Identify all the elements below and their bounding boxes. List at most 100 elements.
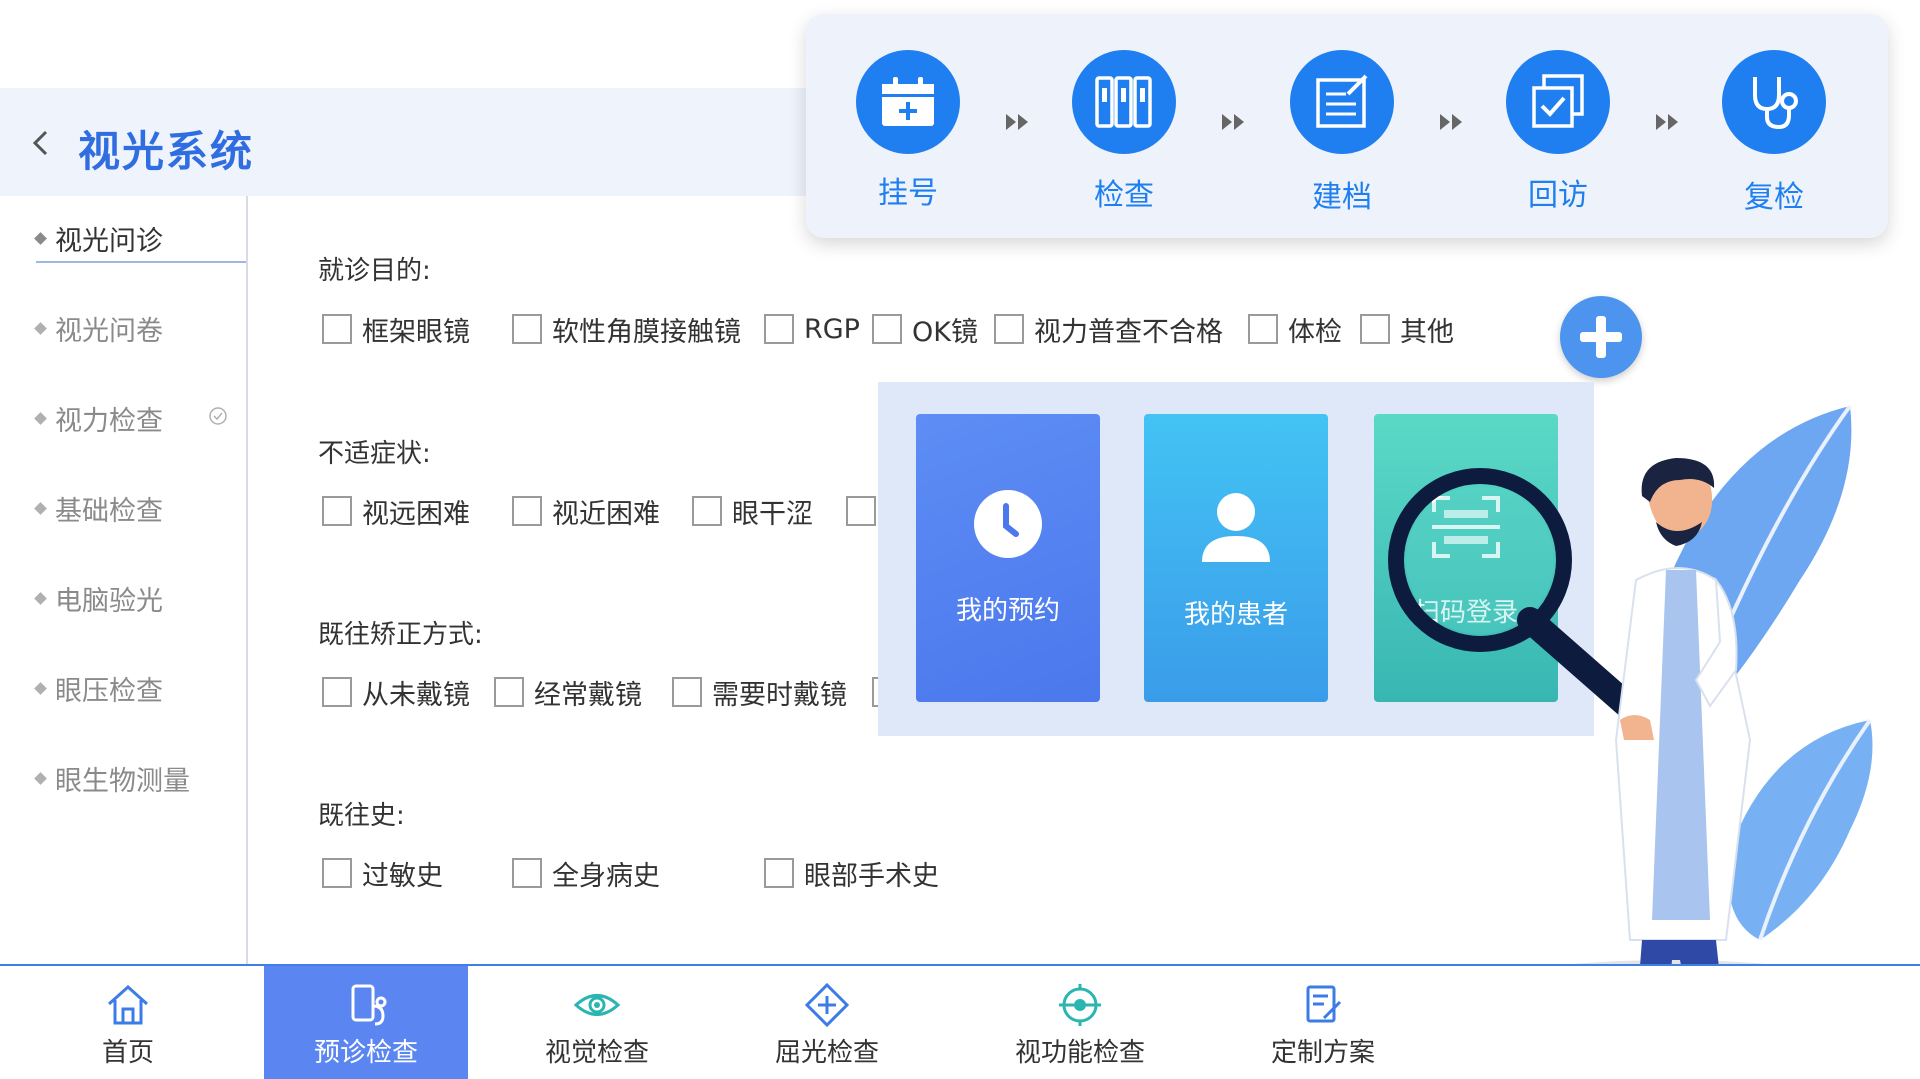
workflow-card: 挂号 检查 建档 回访 复检 xyxy=(806,14,1888,238)
checkbox[interactable] xyxy=(494,677,524,707)
checkbox[interactable] xyxy=(512,858,542,888)
checkbox[interactable] xyxy=(1248,314,1278,344)
workflow-step-exam[interactable]: 检查 xyxy=(1072,50,1176,220)
checkbox-other[interactable]: 其他 xyxy=(1360,312,1454,348)
workflow-step-recheck[interactable]: 复检 xyxy=(1722,50,1826,220)
nav-label: 视功能检查 xyxy=(1014,1038,1145,1068)
home-icon xyxy=(107,984,149,1025)
card-label: 我的预约 xyxy=(955,596,1060,626)
section-title-previous-correction: 既往矫正方式: xyxy=(318,620,483,650)
workflow-step-create-record[interactable]: 建档 xyxy=(1290,50,1394,220)
checkbox-systemic-history[interactable]: 全身病史 xyxy=(512,856,660,892)
sidebar: 视光问诊 视光问卷 视力检查 基础检查 电脑验光 眼压检查 眼生物测量 xyxy=(0,196,248,966)
checkbox-frame-glasses[interactable]: 框架眼镜 xyxy=(322,312,470,348)
checkbox[interactable] xyxy=(322,858,352,888)
sidebar-item-label: 电脑验光 xyxy=(55,585,163,617)
nav-label: 视觉检查 xyxy=(544,1038,649,1068)
calendar-plus-icon xyxy=(882,77,934,126)
checkbox[interactable] xyxy=(692,496,722,526)
checkbox[interactable] xyxy=(994,314,1024,344)
chevron-left-icon[interactable] xyxy=(30,128,52,158)
checkbox[interactable] xyxy=(1360,314,1390,344)
option-label: 需要时戴镜 xyxy=(712,679,847,711)
option-label: 体检 xyxy=(1288,316,1342,348)
checkbox-allergy-history[interactable]: 过敏史 xyxy=(322,856,443,892)
active-underline xyxy=(36,261,246,263)
diamond-bullet-icon xyxy=(34,771,47,785)
nav-refraction-exam[interactable]: 屈光检查 xyxy=(760,966,894,1079)
checkbox[interactable] xyxy=(322,496,352,526)
checkbox[interactable] xyxy=(512,314,542,344)
double-arrow-icon xyxy=(1006,114,1028,130)
checkbox-distance-difficulty[interactable]: 视远困难 xyxy=(322,494,470,530)
app-title: 视光系统 xyxy=(78,127,255,176)
workflow-step-follow-up[interactable]: 回访 xyxy=(1506,50,1610,220)
option-label: 眼干涩 xyxy=(732,498,813,530)
checkbox-rgp[interactable]: RGP xyxy=(764,312,860,346)
option-label: 其他 xyxy=(1400,316,1454,348)
nav-visual-function-exam[interactable]: 视功能检查 xyxy=(998,966,1162,1079)
option-label: 框架眼镜 xyxy=(362,316,470,348)
checkbox[interactable] xyxy=(512,496,542,526)
card-label: 我的患者 xyxy=(1183,600,1288,630)
sidebar-item-iop-exam[interactable]: 眼压检查 xyxy=(34,666,246,710)
checkbox[interactable] xyxy=(846,496,876,526)
sidebar-item-auto-refraction[interactable]: 电脑验光 xyxy=(34,576,246,620)
nav-home[interactable]: 首页 xyxy=(80,966,176,1079)
workflow-step-label: 检查 xyxy=(1094,178,1154,213)
workflow-step-label: 复检 xyxy=(1744,180,1804,215)
nav-pre-diagnosis[interactable]: 预诊检查 xyxy=(264,966,468,1079)
diamond-bullet-icon xyxy=(34,411,47,425)
check-circle-icon xyxy=(209,407,227,425)
option-label: 从未戴镜 xyxy=(362,679,470,711)
checkbox[interactable] xyxy=(764,858,794,888)
my-patients-card[interactable]: 我的患者 xyxy=(1144,414,1328,702)
checkbox-eye-surgery-history[interactable]: 眼部手术史 xyxy=(764,856,939,892)
checkbox[interactable] xyxy=(764,314,794,344)
checkbox-screening-failed[interactable]: 视力普查不合格 xyxy=(994,312,1223,348)
diamond-bullet-icon xyxy=(34,231,47,245)
nav-label: 屈光检查 xyxy=(774,1038,879,1068)
checkbox[interactable] xyxy=(322,314,352,344)
checkbox-dry-eye[interactable]: 眼干涩 xyxy=(692,494,813,530)
sidebar-item-label: 视光问诊 xyxy=(55,225,163,257)
workflow-step-circle xyxy=(1290,50,1394,154)
workflow-step-label: 回访 xyxy=(1528,178,1588,213)
eye-icon xyxy=(574,994,620,1016)
workflow-step-label: 挂号 xyxy=(878,176,938,211)
my-appointments-card[interactable]: 我的预约 xyxy=(916,414,1100,702)
checkbox-often-wear[interactable]: 经常戴镜 xyxy=(494,675,642,711)
checkbox-wear-when-needed[interactable]: 需要时戴镜 xyxy=(672,675,847,711)
checkbox[interactable] xyxy=(872,314,902,344)
stethoscope-icon xyxy=(1753,77,1798,130)
sidebar-item-questionnaire[interactable]: 视光问卷 xyxy=(34,306,246,350)
user-icon xyxy=(1202,493,1270,562)
workflow-step-label: 建档 xyxy=(1312,180,1372,215)
checkbox-near-difficulty[interactable]: 视近困难 xyxy=(512,494,660,530)
workflow-step-register[interactable]: 挂号 xyxy=(856,50,960,220)
checkbox-never-wear[interactable]: 从未戴镜 xyxy=(322,675,470,711)
sidebar-item-label: 基础检查 xyxy=(55,495,163,527)
add-button[interactable] xyxy=(1560,296,1642,378)
option-label: 全身病史 xyxy=(552,860,660,892)
sidebar-item-basic-exam[interactable]: 基础检查 xyxy=(34,486,246,530)
double-arrow-icon xyxy=(1222,114,1244,130)
sidebar-item-vision-consultation[interactable]: 视光问诊 xyxy=(34,216,246,260)
diamond-bullet-icon xyxy=(34,501,47,515)
nav-visual-exam[interactable]: 视觉检查 xyxy=(530,966,664,1079)
option-label: 视力普查不合格 xyxy=(1034,316,1223,348)
nav-custom-plan[interactable]: 定制方案 xyxy=(1256,966,1390,1079)
diamond-plus-icon xyxy=(804,982,850,1028)
section-title-symptoms: 不适症状: xyxy=(318,439,431,469)
sidebar-item-biometry[interactable]: 眼生物测量 xyxy=(34,756,246,800)
sidebar-item-vision-test[interactable]: 视力检查 xyxy=(34,396,246,440)
checkbox[interactable] xyxy=(672,677,702,707)
sidebar-item-label: 视光问卷 xyxy=(55,315,163,347)
checkbox-soft-contact-lens[interactable]: 软性角膜接触镜 xyxy=(512,312,741,348)
checkbox[interactable] xyxy=(322,677,352,707)
sidebar-item-label: 视力检查 xyxy=(55,405,163,437)
option-label: 过敏史 xyxy=(362,860,443,892)
checkbox-physical-exam[interactable]: 体检 xyxy=(1248,312,1342,348)
sidebar-item-label: 眼生物测量 xyxy=(55,765,190,797)
checkbox-ok-lens[interactable]: OK镜 xyxy=(872,312,978,348)
